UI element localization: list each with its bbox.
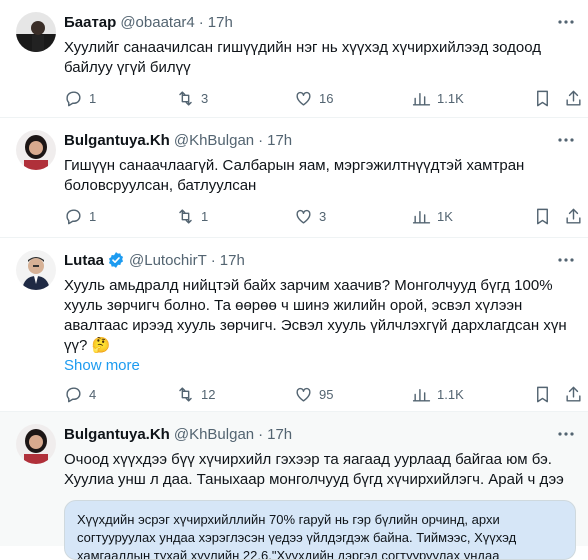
timestamp[interactable]: 17h — [220, 252, 245, 269]
heart-icon — [296, 209, 311, 224]
separator-dot: · — [198, 13, 204, 31]
timestamp[interactable]: 17h — [267, 132, 292, 149]
views-count: 1.1K — [437, 386, 464, 402]
retweet-icon — [179, 208, 192, 224]
quoted-tweet[interactable]: Хүүхдийн эсрэг хүчирхийллийн 70% гаруй н… — [64, 500, 576, 560]
display-name[interactable]: Bulgantuya.Kh — [64, 426, 170, 443]
more-icon[interactable] — [556, 12, 576, 32]
retweet-button[interactable]: 12 — [176, 385, 215, 404]
tweet-text: Хууль амьдралд нийцтэй байх зарчим хаачи… — [64, 277, 567, 354]
tweet-header: Bulgantuya.Kh @KhBulgan · 17h — [64, 424, 576, 444]
retweet-count: 1 — [201, 208, 209, 224]
tweet-header: Lutaa @LutochirT · 17h — [64, 250, 576, 270]
views-button[interactable]: 1.1K — [412, 385, 464, 404]
reply-icon — [66, 208, 81, 224]
tweet-header: Баатар @obaatar4 · 17h — [64, 12, 576, 32]
views-button[interactable]: 1.1K — [412, 89, 464, 108]
display-name[interactable]: Баатар — [64, 14, 116, 31]
avatar[interactable] — [16, 130, 56, 170]
reply-count: 4 — [89, 386, 97, 402]
retweet-icon — [179, 90, 192, 106]
views-icon — [412, 210, 431, 224]
views-count: 1K — [437, 208, 453, 224]
retweet-button[interactable]: 1 — [176, 207, 208, 226]
more-icon[interactable] — [556, 250, 576, 270]
reply-button[interactable]: 1 — [64, 207, 96, 226]
heart-icon — [296, 91, 311, 106]
avatar[interactable] — [16, 12, 56, 52]
share-icon[interactable] — [564, 89, 583, 108]
heart-icon — [296, 387, 311, 402]
reply-count: 1 — [89, 90, 97, 106]
quoted-tweet-text: Хүүхдийн эсрэг хүчирхийллийн 70% гаруй н… — [77, 512, 517, 560]
tweet-bulgantuya-highlighted[interactable]: Bulgantuya.Kh @KhBulgan · 17h Очоод хүүх… — [0, 412, 588, 560]
verified-badge-icon — [108, 252, 124, 268]
reply-button[interactable]: 4 — [64, 385, 96, 404]
views-icon — [412, 92, 431, 106]
more-icon[interactable] — [556, 424, 576, 444]
tweet-baatar[interactable]: Баатар @obaatar4 · 17h Хуулийг санаачилс… — [0, 0, 588, 118]
views-button[interactable]: 1K — [412, 207, 453, 226]
display-name[interactable]: Bulgantuya.Kh — [64, 132, 170, 149]
like-count: 3 — [319, 208, 327, 224]
like-button[interactable]: 95 — [294, 385, 333, 404]
retweet-button[interactable]: 3 — [176, 89, 208, 108]
retweet-icon — [179, 386, 192, 402]
reply-icon — [66, 386, 81, 402]
tweet-bulgantuya-reply[interactable]: Bulgantuya.Kh @KhBulgan · 17h Гишүүн сан… — [0, 118, 588, 238]
show-more-link[interactable]: Show more — [64, 356, 576, 376]
tweet-text: Хуулийг санаачилсан гишүүдийн нэг нь хүү… — [64, 39, 542, 76]
tweet-text: Очоод хүүхдээ бүү хүчирхийл гэхээр та яа… — [64, 451, 564, 488]
tweet-text: Гишүүн санаачлаагүй. Салбарын яам, мэргэ… — [64, 157, 525, 194]
reply-count: 1 — [89, 208, 97, 224]
like-button[interactable]: 3 — [294, 207, 326, 226]
user-handle[interactable]: @LutochirT — [129, 252, 207, 269]
retweet-count: 12 — [201, 386, 216, 402]
views-count: 1.1K — [437, 90, 464, 106]
timestamp[interactable]: 17h — [267, 426, 292, 443]
reply-icon — [66, 90, 81, 106]
separator-dot: · — [258, 425, 264, 443]
bookmark-icon[interactable] — [533, 207, 552, 226]
separator-dot: · — [210, 251, 216, 269]
like-count: 95 — [319, 386, 334, 402]
like-button[interactable]: 16 — [294, 89, 333, 108]
display-name[interactable]: Lutaa — [64, 252, 104, 269]
user-handle[interactable]: @KhBulgan — [174, 426, 254, 443]
like-count: 16 — [319, 90, 334, 106]
tweet-lutaa[interactable]: Lutaa @LutochirT · 17h Хууль амьдралд ни… — [0, 238, 588, 412]
bookmark-icon[interactable] — [533, 385, 552, 404]
separator-dot: · — [258, 131, 264, 149]
views-icon — [412, 388, 431, 402]
avatar[interactable] — [16, 424, 56, 464]
user-handle[interactable]: @obaatar4 — [120, 14, 194, 31]
bookmark-icon[interactable] — [533, 89, 552, 108]
tweet-header: Bulgantuya.Kh @KhBulgan · 17h — [64, 130, 576, 150]
more-icon[interactable] — [556, 130, 576, 150]
share-icon[interactable] — [564, 207, 583, 226]
retweet-count: 3 — [201, 90, 209, 106]
share-icon[interactable] — [564, 385, 583, 404]
timestamp[interactable]: 17h — [208, 14, 233, 31]
reply-button[interactable]: 1 — [64, 89, 96, 108]
user-handle[interactable]: @KhBulgan — [174, 132, 254, 149]
avatar[interactable] — [16, 250, 56, 290]
